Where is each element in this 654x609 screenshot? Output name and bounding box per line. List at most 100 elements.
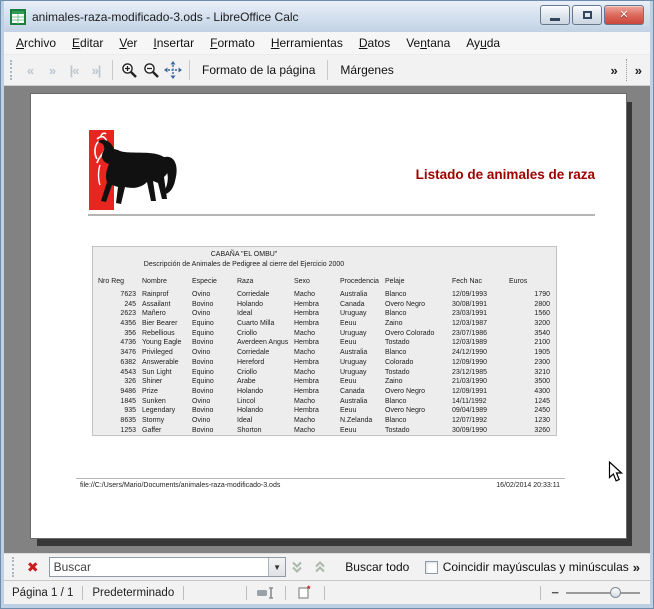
zoom-slider-thumb[interactable] bbox=[610, 586, 621, 598]
menu-ver[interactable]: Ver bbox=[111, 33, 145, 53]
findbar-overflow-button[interactable]: » bbox=[629, 560, 644, 575]
selection-mode-icon bbox=[257, 586, 274, 599]
last-page-button[interactable]: »| bbox=[85, 59, 107, 81]
table-cell: 4736 bbox=[120, 339, 136, 347]
toolbar-separator bbox=[112, 60, 113, 80]
table-row: 1253 Gaffer Bovino Shorton Macho Eeuu Tostado 3… bbox=[96, 426, 554, 436]
table-cell: 30/09/1990 bbox=[452, 426, 488, 434]
table-cell: Answerable bbox=[142, 358, 179, 366]
table-cell: 4543 bbox=[120, 368, 136, 376]
table-cell: Overo Colorado bbox=[385, 329, 435, 337]
table-cell: Ideal bbox=[237, 310, 253, 318]
table-cell: Hembra bbox=[294, 339, 319, 347]
table-cell: Zaino bbox=[385, 320, 403, 328]
table-cell: Zaino bbox=[385, 378, 403, 386]
search-dropdown-button[interactable]: ▼ bbox=[268, 558, 286, 576]
statusbar-separator bbox=[246, 585, 248, 600]
menu-insertar[interactable]: Insertar bbox=[145, 33, 202, 53]
zoom-in-button[interactable] bbox=[118, 59, 140, 81]
table-cell: Hembra bbox=[294, 407, 319, 415]
table-cell: Criollo bbox=[237, 329, 257, 337]
close-button[interactable]: ✕ bbox=[604, 5, 644, 25]
find-previous-icon bbox=[315, 560, 325, 572]
table-cell: 24/12/1990 bbox=[452, 349, 488, 357]
minimize-button[interactable] bbox=[540, 5, 570, 25]
table-cell: Shorton bbox=[237, 426, 262, 434]
maximize-icon bbox=[582, 11, 592, 19]
match-case-checkbox[interactable] bbox=[425, 560, 438, 574]
column-header: Procedencia bbox=[340, 278, 379, 285]
table-cell: Holando bbox=[237, 387, 264, 395]
table-row: 4736 Young Eagle Bovino Averdeen Angus Hembr… bbox=[96, 338, 554, 348]
table-cell: Uruguay bbox=[340, 368, 367, 376]
table-cell: Sun Light bbox=[142, 368, 172, 376]
table-cell: N.Zelanda bbox=[340, 416, 373, 424]
find-all-button[interactable]: Buscar todo bbox=[339, 560, 415, 574]
sidebar-overflow-button[interactable]: » bbox=[631, 63, 646, 78]
search-combo: ▼ bbox=[48, 557, 287, 577]
find-next-button[interactable] bbox=[286, 557, 309, 577]
previous-page-button[interactable]: « bbox=[19, 59, 41, 81]
full-screen-button[interactable] bbox=[162, 59, 184, 81]
menu-ventana[interactable]: Ventana bbox=[398, 33, 458, 53]
table-cell: Macho bbox=[294, 349, 316, 357]
zoom-out-minus-button[interactable]: − bbox=[548, 585, 562, 600]
find-previous-button[interactable] bbox=[309, 557, 332, 577]
table-cell: Overo Negro bbox=[385, 387, 426, 395]
table-cell: 1845 bbox=[120, 397, 136, 405]
document-modified-button[interactable]: * bbox=[293, 584, 317, 602]
table-cell: 12/07/1992 bbox=[452, 416, 488, 424]
zoom-out-button[interactable] bbox=[140, 59, 162, 81]
close-find-bar-button[interactable]: ✖ bbox=[21, 560, 45, 574]
margins-button[interactable]: Márgenes bbox=[333, 59, 400, 81]
table-cell: Bovino bbox=[192, 300, 214, 308]
menu-archivo[interactable]: Archivo bbox=[8, 33, 64, 53]
menu-editar[interactable]: Editar bbox=[64, 33, 111, 53]
selection-mode-button[interactable] bbox=[254, 584, 278, 602]
table-cell: Eeuu bbox=[340, 339, 357, 347]
table-cell: Ovino bbox=[192, 349, 211, 357]
zoom-slider-track bbox=[566, 591, 640, 594]
table-cell: Rainprof bbox=[142, 291, 169, 298]
preview-workspace: Listado de animales de raza CABAÑA "EL O… bbox=[4, 86, 650, 553]
table-cell: 30/08/1991 bbox=[452, 300, 488, 308]
table-cell: Arabe bbox=[237, 378, 256, 386]
table-row: 7623 Rainprof Ovino Corriedale Macho Australi… bbox=[96, 290, 554, 300]
table-cell: 7623 bbox=[120, 291, 136, 298]
table-body: 7623 Rainprof Ovino Corriedale Macho Australi… bbox=[96, 290, 554, 435]
table-cell: 1245 bbox=[534, 397, 550, 405]
toolbar-overflow-button[interactable]: » bbox=[607, 63, 622, 78]
report-title: Listado de animales de raza bbox=[415, 167, 595, 182]
table-cell: Corriedale bbox=[237, 291, 270, 298]
table-cell: Corriedale bbox=[237, 349, 270, 357]
table-cell: Bovino bbox=[192, 387, 214, 395]
table-cell: Blanco bbox=[385, 416, 407, 424]
page-indicator[interactable]: Página 1 / 1 bbox=[10, 587, 75, 599]
search-input[interactable] bbox=[49, 558, 269, 576]
maximize-button[interactable] bbox=[572, 5, 602, 25]
menu-formato[interactable]: Formato bbox=[202, 33, 263, 53]
page-style-indicator[interactable]: Predeterminado bbox=[90, 587, 176, 599]
table-cell: 14/11/1992 bbox=[452, 397, 487, 405]
next-page-button[interactable]: » bbox=[41, 59, 63, 81]
statusbar-separator bbox=[324, 585, 326, 600]
menu-herramientas[interactable]: Herramientas bbox=[263, 33, 351, 53]
table-cell: 12/03/1989 bbox=[452, 339, 488, 347]
first-page-button[interactable]: |« bbox=[63, 59, 85, 81]
statusbar: Página 1 / 1 Predeterminado * − bbox=[4, 580, 650, 604]
table-cell: Canada bbox=[340, 387, 365, 395]
menu-datos[interactable]: Datos bbox=[351, 33, 398, 53]
footer-file-path: file://C:/Users/Mario/Documents/animales… bbox=[80, 482, 281, 489]
menu-ayuda[interactable]: Ayuda bbox=[458, 33, 508, 53]
table-cell: Eeuu bbox=[340, 426, 357, 434]
table-row: 2623 Mañero Ovino Ideal Hembra Uruguay Blanco 2… bbox=[96, 309, 554, 319]
table-cell: Holando bbox=[237, 407, 264, 415]
zoom-in-icon bbox=[121, 62, 137, 78]
format-page-button[interactable]: Formato de la página bbox=[195, 59, 322, 81]
table-cell: 2100 bbox=[534, 339, 550, 347]
zoom-slider[interactable] bbox=[566, 585, 640, 601]
table-row: 6382 Answerable Bovino Hereford Hembra Urugua… bbox=[96, 358, 554, 368]
table-row: 935 Legendary Bovino Holando Hembra Eeuu Overo… bbox=[96, 406, 554, 416]
table-cell: Tostado bbox=[385, 368, 410, 376]
column-header: Raza bbox=[237, 278, 254, 285]
